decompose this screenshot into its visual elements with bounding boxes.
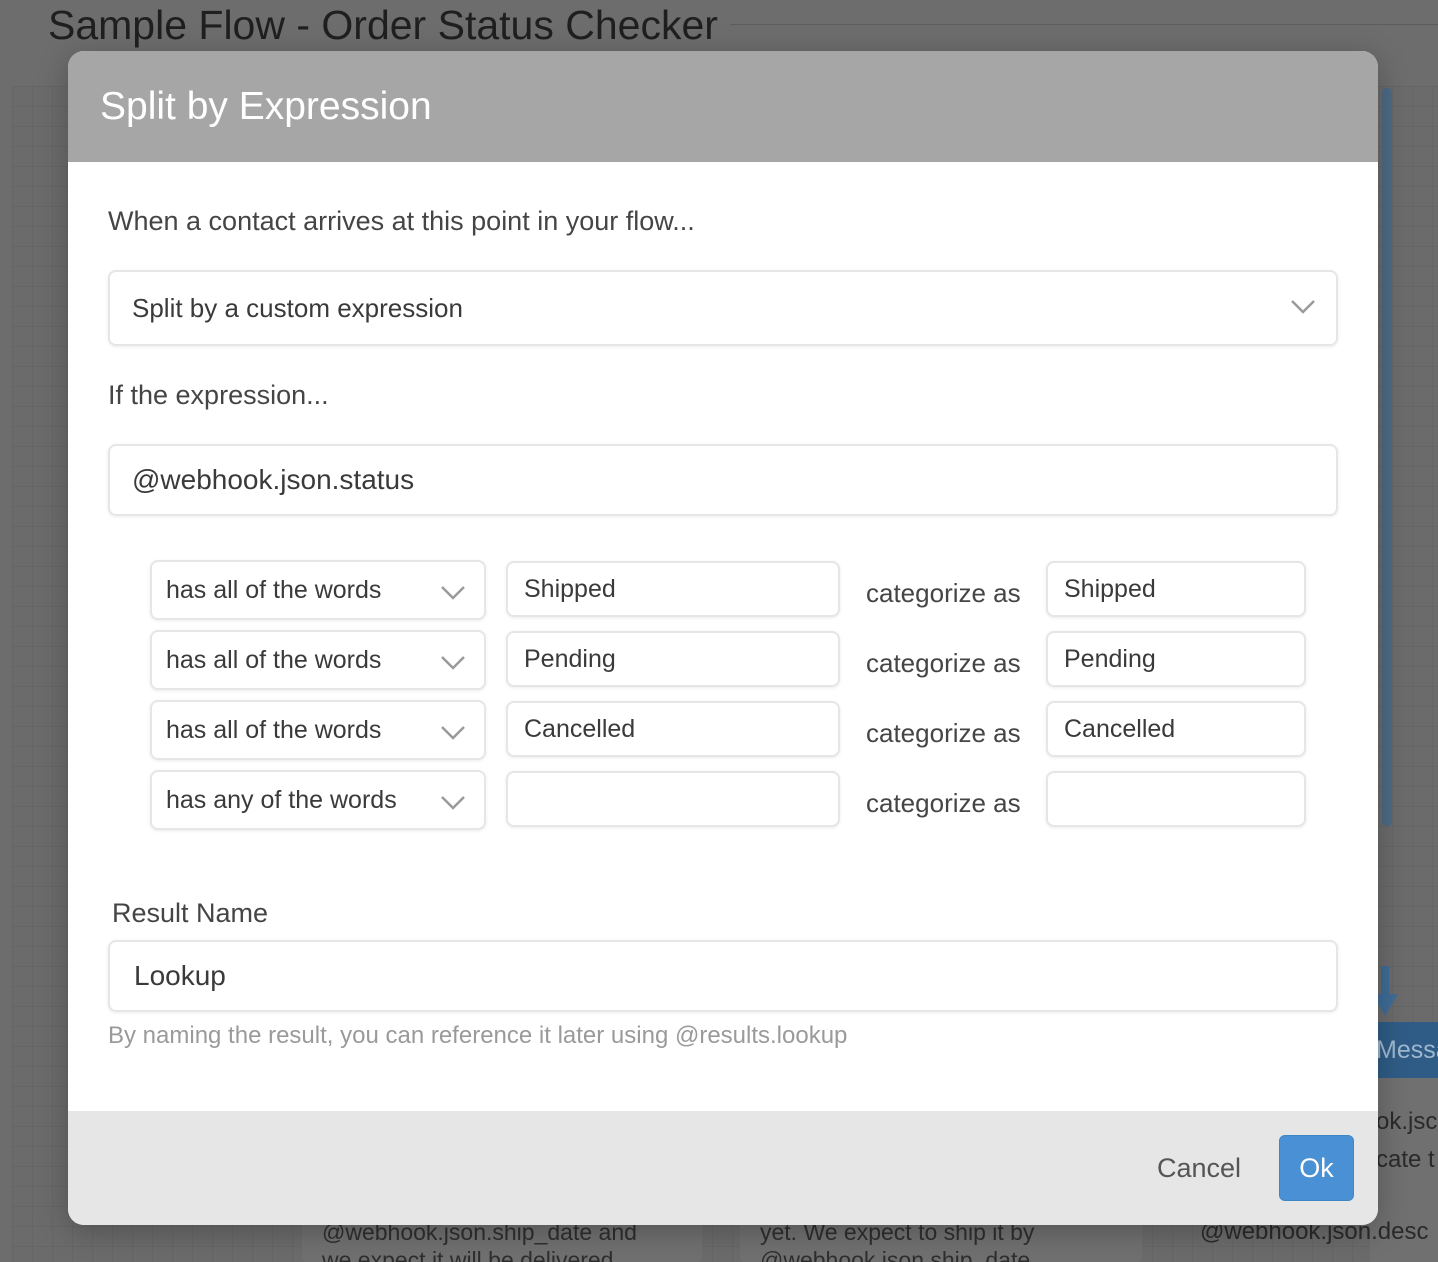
- rule-category-input[interactable]: Shipped: [1046, 561, 1306, 617]
- canvas-scroll-indicator: [1382, 88, 1392, 826]
- chevron-down-icon: [441, 726, 465, 740]
- rule-category-value: Cancelled: [1064, 714, 1176, 743]
- dialog-title: Split by Expression: [100, 84, 432, 128]
- rule-argument-input[interactable]: Shipped: [506, 561, 840, 617]
- rule-category-input[interactable]: Pending: [1046, 631, 1306, 687]
- chevron-down-icon: [1291, 300, 1315, 314]
- result-name-hint: By naming the result, you can reference …: [108, 1022, 848, 1049]
- rule-argument-input[interactable]: Pending: [506, 631, 840, 687]
- result-name-label: Result Name: [112, 898, 269, 928]
- ok-button[interactable]: Ok: [1279, 1135, 1354, 1201]
- rule-argument-input[interactable]: Cancelled: [506, 701, 840, 757]
- dialog-body: When a contact arrives at this point in …: [68, 162, 1378, 1111]
- rule-argument-input[interactable]: [506, 771, 840, 827]
- categorize-as-label: categorize as: [866, 578, 1021, 608]
- categorize-as-label: categorize as: [866, 788, 1021, 818]
- chevron-down-icon: [441, 656, 465, 670]
- node-text-line: cate t: [1376, 1146, 1435, 1173]
- rule-row: has any of the words categorize as: [150, 770, 1310, 830]
- flow-title: Sample Flow - Order Status Checker: [48, 2, 718, 48]
- rule-operator-select[interactable]: has all of the words: [150, 630, 486, 690]
- card-text-line: @webhook.json.ship_date: [760, 1247, 1031, 1262]
- rule-argument-value: Pending: [524, 644, 616, 673]
- rule-category-input[interactable]: Cancelled: [1046, 701, 1306, 757]
- result-name-input[interactable]: Lookup: [108, 940, 1338, 1012]
- rule-argument-value: Cancelled: [524, 714, 636, 743]
- rule-category-value: Shipped: [1064, 574, 1156, 603]
- expression-label: If the expression...: [108, 380, 329, 410]
- rule-category-value: Pending: [1064, 644, 1156, 673]
- rule-argument-value: Shipped: [524, 574, 616, 603]
- dialog-header: Split by Expression: [68, 51, 1378, 162]
- intro-label: When a contact arrives at this point in …: [108, 206, 695, 236]
- split-by-expression-dialog: Split by Expression When a contact arriv…: [68, 51, 1378, 1225]
- chevron-down-icon: [441, 796, 465, 810]
- categorize-as-label: categorize as: [866, 648, 1021, 678]
- rule-operator-value: has all of the words: [166, 575, 382, 604]
- rule-row: has all of the words Cancelled categoriz…: [150, 700, 1310, 760]
- expression-input[interactable]: @webhook.json.status: [108, 444, 1338, 516]
- card-text-line: we expect it will be delivered: [322, 1247, 614, 1262]
- send-message-node-header: Messa: [1370, 1022, 1438, 1078]
- title-divider: [730, 24, 1438, 25]
- rule-operator-value: has all of the words: [166, 645, 382, 674]
- rule-operator-select[interactable]: has any of the words: [150, 770, 486, 830]
- node-text-line: ok.jsc: [1376, 1108, 1438, 1135]
- expression-value: @webhook.json.status: [132, 464, 415, 495]
- chevron-down-icon: [441, 586, 465, 600]
- rule-operator-select[interactable]: has all of the words: [150, 700, 486, 760]
- result-name-value: Lookup: [134, 960, 226, 991]
- send-message-node-body: ok.jsc cate t @webhook.json.desc: [1200, 1078, 1438, 1262]
- rule-operator-value: has any of the words: [166, 785, 397, 814]
- rule-row: has all of the words Pending categorize …: [150, 630, 1310, 690]
- dialog-footer: Cancel Ok: [68, 1111, 1378, 1225]
- rule-row: has all of the words Shipped categorize …: [150, 560, 1310, 620]
- split-type-select[interactable]: Split by a custom expression: [108, 270, 1338, 346]
- cancel-button[interactable]: Cancel: [1134, 1135, 1264, 1201]
- split-type-value: Split by a custom expression: [132, 292, 463, 323]
- rule-operator-select[interactable]: has all of the words: [150, 560, 486, 620]
- rule-operator-value: has all of the words: [166, 715, 382, 744]
- categorize-as-label: categorize as: [866, 718, 1021, 748]
- rule-category-input[interactable]: [1046, 771, 1306, 827]
